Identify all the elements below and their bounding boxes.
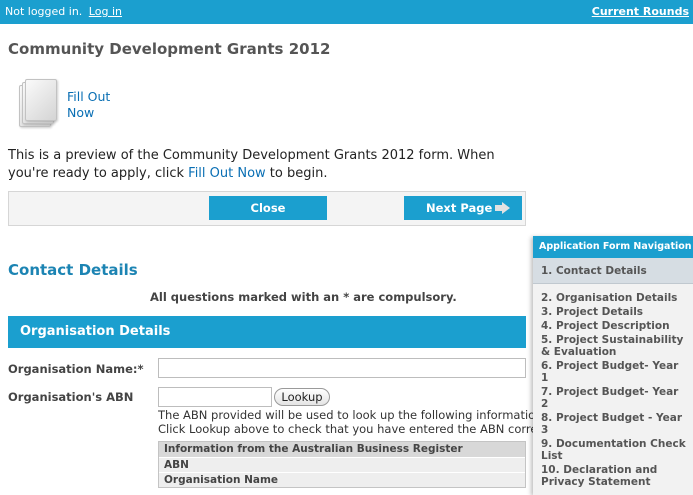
organisation-name-label: Organisation Name:* (8, 362, 144, 376)
nav-item-documentation-checklist[interactable]: 9. Documentation Check List (533, 436, 693, 462)
document-stack-icon[interactable] (19, 79, 57, 127)
lookup-button[interactable]: Lookup (274, 388, 330, 406)
login-status: Not logged in. Log in (5, 5, 122, 18)
nav-item-project-description[interactable]: 4. Project Description (533, 318, 693, 332)
abr-row-organisation-name: Organisation Name (159, 472, 525, 487)
organisation-name-input[interactable] (158, 358, 526, 378)
nav-item-project-sustainability[interactable]: 5. Project Sustainability & Evaluation (533, 332, 693, 358)
next-page-button[interactable]: Next Page (404, 196, 522, 220)
organisation-abn-label: Organisation's ABN (8, 390, 134, 404)
nav-item-organisation-details[interactable]: 2. Organisation Details (533, 290, 693, 304)
compulsory-note: All questions marked with an * are compu… (150, 290, 457, 304)
page-title: Community Development Grants 2012 (8, 40, 331, 58)
arrow-right-icon (495, 202, 510, 214)
current-rounds-link[interactable]: Current Rounds (592, 5, 689, 18)
intro-fill-out-now-link[interactable]: Fill Out Now (188, 166, 266, 181)
form-navigation-panel: Application Form Navigation 1. Contact D… (533, 236, 693, 495)
intro-text: This is a preview of the Community Devel… (8, 148, 495, 181)
login-link[interactable]: Log in (89, 5, 122, 18)
nav-item-budget-year-1[interactable]: 6. Project Budget- Year 1 (533, 358, 693, 384)
abn-help-line-2: Click Lookup above to check that you hav… (158, 422, 538, 436)
organisation-abn-input[interactable] (158, 387, 272, 407)
nav-item-budget-year-2[interactable]: 7. Project Budget- Year 2 (533, 384, 693, 410)
abn-help-line-1: The ABN provided will be used to look up… (158, 408, 538, 422)
section-title: Contact Details (8, 261, 138, 279)
nav-item-budget-year-3[interactable]: 8. Project Budget - Year 3 (533, 410, 693, 436)
close-button[interactable]: Close (209, 196, 327, 220)
nav-item-project-details[interactable]: 3. Project Details (533, 304, 693, 318)
nav-item-declaration-privacy[interactable]: 10. Declaration and Privacy Statement (533, 462, 693, 488)
abr-row-abn: ABN (159, 457, 525, 472)
abn-help-text: The ABN provided will be used to look up… (158, 408, 538, 436)
form-button-bar: Close Next Page (8, 191, 526, 226)
fill-out-now-link[interactable]: Fill Out Now (67, 89, 127, 121)
abr-table-header: Information from the Australian Business… (159, 442, 525, 457)
login-status-text: Not logged in. (5, 5, 83, 18)
nav-item-contact-details[interactable]: 1. Contact Details (533, 258, 693, 284)
form-navigation-header: Application Form Navigation (533, 236, 693, 258)
top-bar: Not logged in. Log in Current Rounds (0, 0, 693, 24)
abr-info-table: Information from the Australian Business… (158, 441, 526, 488)
organisation-details-header: Organisation Details (8, 316, 526, 348)
next-page-label: Next Page (426, 201, 493, 215)
